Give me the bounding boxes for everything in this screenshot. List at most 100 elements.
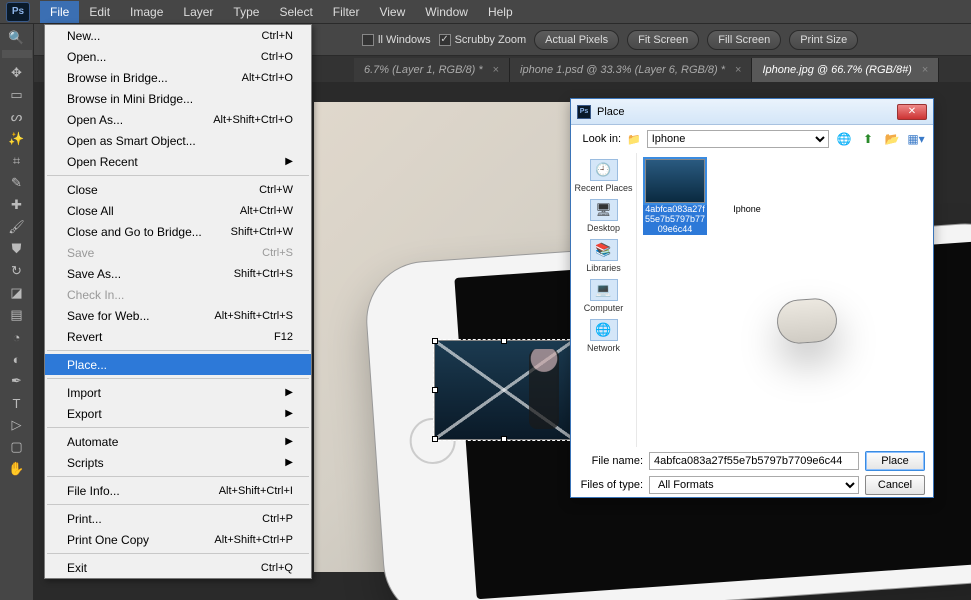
- file-menu-item[interactable]: Close and Go to Bridge...Shift+Ctrl+W: [45, 221, 311, 242]
- file-menu-item[interactable]: Scripts▶: [45, 452, 311, 473]
- file-menu-item[interactable]: Print...Ctrl+P: [45, 508, 311, 529]
- dialog-titlebar[interactable]: Ps Place ✕: [571, 99, 933, 125]
- dialog-close-button[interactable]: ✕: [897, 104, 927, 120]
- file-menu-item[interactable]: Export▶: [45, 403, 311, 424]
- submenu-arrow-icon: ▶: [285, 457, 293, 468]
- menu-window[interactable]: Window: [415, 1, 478, 23]
- views-icon[interactable]: ▦▾: [907, 130, 925, 148]
- brush-tool-icon[interactable]: 🖌: [5, 217, 29, 237]
- file-item[interactable]: Iphone: [715, 159, 779, 215]
- file-menu-item[interactable]: CloseCtrl+W: [45, 179, 311, 200]
- eraser-tool-icon[interactable]: ◪: [5, 283, 29, 303]
- close-icon[interactable]: ×: [735, 64, 741, 76]
- file-menu-item[interactable]: Place...: [45, 354, 311, 375]
- toolbox-collapse-handle[interactable]: [2, 50, 32, 58]
- actual-pixels-button[interactable]: Actual Pixels: [534, 30, 619, 50]
- file-menu-item[interactable]: Print One CopyAlt+Shift+Ctrl+P: [45, 529, 311, 550]
- type-tool-icon[interactable]: T: [5, 393, 29, 413]
- print-size-button[interactable]: Print Size: [789, 30, 858, 50]
- menu-item-shortcut: Alt+Shift+Ctrl+S: [214, 310, 293, 322]
- filename-input[interactable]: [649, 452, 859, 470]
- file-list[interactable]: 4abfca083a27f55e7b5797b7709e6c44 Iphone: [637, 153, 933, 447]
- file-item[interactable]: 4abfca083a27f55e7b5797b7709e6c44: [643, 159, 707, 235]
- lasso-tool-icon[interactable]: ᔕ: [5, 107, 29, 127]
- file-menu-item[interactable]: Browse in Mini Bridge...: [45, 88, 311, 109]
- file-menu-item[interactable]: Browse in Bridge...Alt+Ctrl+O: [45, 67, 311, 88]
- fill-screen-button[interactable]: Fill Screen: [707, 30, 781, 50]
- place-libraries[interactable]: 📚Libraries: [571, 237, 636, 275]
- lookin-select[interactable]: Iphone: [647, 130, 829, 148]
- placed-layer-transform[interactable]: [434, 340, 574, 440]
- menu-help[interactable]: Help: [478, 1, 523, 23]
- scrubby-zoom-checkbox[interactable]: Scrubby Zoom: [439, 34, 527, 46]
- file-menu-item[interactable]: Open as Smart Object...: [45, 130, 311, 151]
- menu-select[interactable]: Select: [269, 1, 322, 23]
- file-menu-item: Check In...: [45, 284, 311, 305]
- all-windows-checkbox[interactable]: ll Windows: [362, 34, 431, 46]
- menu-item-label: Open as Smart Object...: [67, 134, 196, 148]
- file-menu-item[interactable]: Open Recent▶: [45, 151, 311, 172]
- menu-edit[interactable]: Edit: [79, 1, 120, 23]
- menubar: Ps File Edit Image Layer Type Select Fil…: [0, 0, 971, 24]
- filetype-select[interactable]: All Formats: [649, 476, 859, 494]
- document-tab-label: 6.7% (Layer 1, RGB/8) *: [364, 64, 483, 76]
- menu-layer[interactable]: Layer: [173, 1, 223, 23]
- shape-tool-icon[interactable]: ▢: [5, 437, 29, 457]
- close-icon[interactable]: ×: [922, 64, 928, 76]
- menu-item-shortcut: Shift+Ctrl+W: [231, 226, 293, 238]
- menu-type[interactable]: Type: [223, 1, 269, 23]
- place-label: Network: [587, 343, 620, 353]
- filetype-label: Files of type:: [579, 479, 643, 491]
- file-menu-item[interactable]: Automate▶: [45, 431, 311, 452]
- cancel-button[interactable]: Cancel: [865, 475, 925, 495]
- file-menu-item[interactable]: Save As...Shift+Ctrl+S: [45, 263, 311, 284]
- menu-filter[interactable]: Filter: [323, 1, 370, 23]
- path-tool-icon[interactable]: ▷: [5, 415, 29, 435]
- place-button[interactable]: Place: [865, 451, 925, 471]
- menu-item-shortcut: F12: [274, 331, 293, 343]
- place-desktop[interactable]: 🖥Desktop: [571, 197, 636, 235]
- file-menu-item[interactable]: New...Ctrl+N: [45, 25, 311, 46]
- scrubby-zoom-label: Scrubby Zoom: [455, 34, 527, 46]
- document-tab[interactable]: 6.7% (Layer 1, RGB/8) * ×: [354, 58, 510, 82]
- file-menu-item[interactable]: ExitCtrl+Q: [45, 557, 311, 578]
- zoom-tool-icon[interactable]: 🔍: [5, 28, 29, 48]
- gradient-tool-icon[interactable]: ▤: [5, 305, 29, 325]
- place-network[interactable]: 🌐Network: [571, 317, 636, 355]
- eyedropper-tool-icon[interactable]: ✎: [5, 173, 29, 193]
- fit-screen-button[interactable]: Fit Screen: [627, 30, 699, 50]
- dialog-title: Place: [597, 106, 897, 118]
- dodge-tool-icon[interactable]: ◐: [5, 349, 29, 369]
- hand-tool-icon[interactable]: ✋: [5, 459, 29, 479]
- pen-tool-icon[interactable]: ✒: [5, 371, 29, 391]
- document-tab[interactable]: iphone 1.psd @ 33.3% (Layer 6, RGB/8) *×: [510, 58, 752, 82]
- move-tool-icon[interactable]: ✥: [5, 63, 29, 83]
- menu-file[interactable]: File: [40, 1, 79, 23]
- file-menu-item[interactable]: Close AllAlt+Ctrl+W: [45, 200, 311, 221]
- new-folder-icon[interactable]: 📂: [883, 130, 901, 148]
- blur-tool-icon[interactable]: ◔: [5, 327, 29, 347]
- menu-item-label: Check In...: [67, 288, 124, 302]
- crop-tool-icon[interactable]: ⌗: [5, 151, 29, 171]
- wand-tool-icon[interactable]: ✨: [5, 129, 29, 149]
- menu-item-label: Open As...: [67, 113, 123, 127]
- place-recent[interactable]: 🕘Recent Places: [571, 157, 636, 195]
- heal-tool-icon[interactable]: ✚: [5, 195, 29, 215]
- file-menu-item[interactable]: RevertF12: [45, 326, 311, 347]
- up-icon[interactable]: ⬆: [859, 130, 877, 148]
- file-menu-item[interactable]: Open As...Alt+Shift+Ctrl+O: [45, 109, 311, 130]
- place-computer[interactable]: 💻Computer: [571, 277, 636, 315]
- menu-image[interactable]: Image: [120, 1, 173, 23]
- marquee-tool-icon[interactable]: ▭: [5, 85, 29, 105]
- file-menu-item[interactable]: Import▶: [45, 382, 311, 403]
- document-tab[interactable]: Iphone.jpg @ 66.7% (RGB/8#)×: [752, 58, 939, 82]
- close-icon[interactable]: ×: [493, 64, 499, 76]
- back-icon[interactable]: 🌐: [835, 130, 853, 148]
- file-menu-item[interactable]: Save for Web...Alt+Shift+Ctrl+S: [45, 305, 311, 326]
- history-brush-tool-icon[interactable]: ↻: [5, 261, 29, 281]
- place-label: Recent Places: [574, 183, 632, 193]
- menu-view[interactable]: View: [369, 1, 415, 23]
- stamp-tool-icon[interactable]: ⛊: [5, 239, 29, 259]
- file-menu-item[interactable]: Open...Ctrl+O: [45, 46, 311, 67]
- file-menu-item[interactable]: File Info...Alt+Shift+Ctrl+I: [45, 480, 311, 501]
